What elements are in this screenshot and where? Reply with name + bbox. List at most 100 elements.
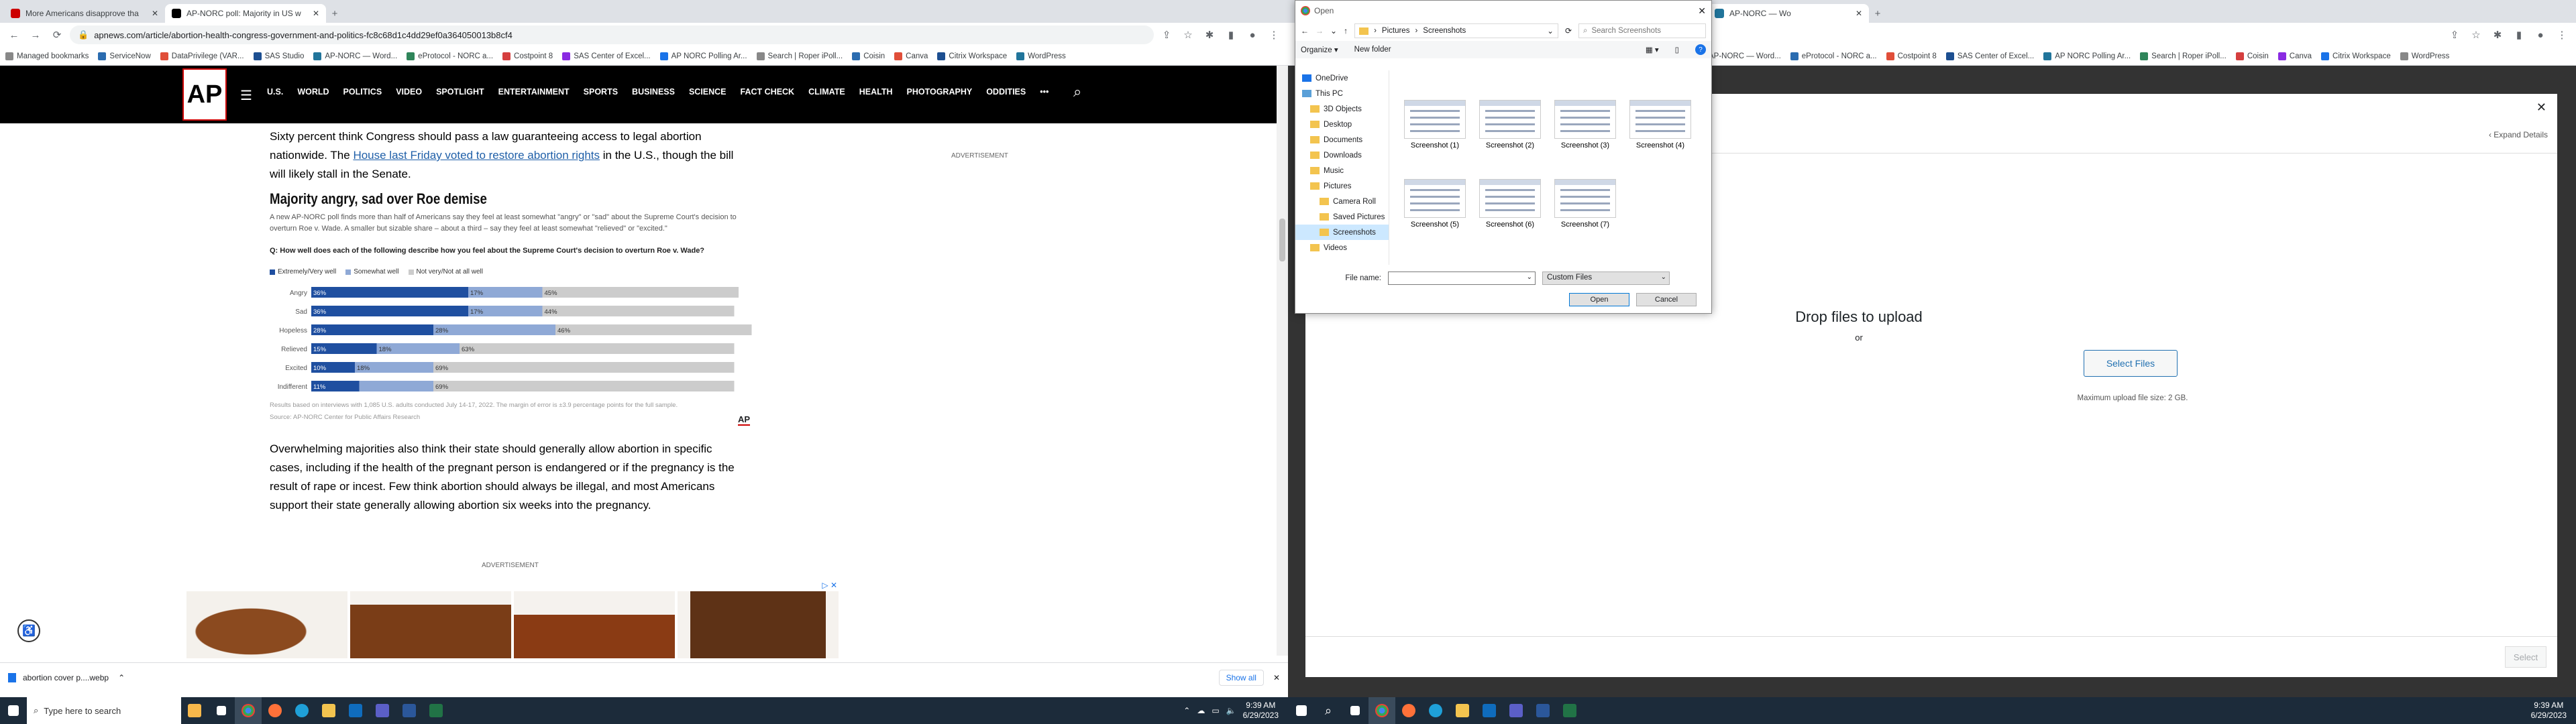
nav-item[interactable]: SPOTLIGHT xyxy=(436,87,484,97)
star-icon[interactable]: ☆ xyxy=(2467,26,2485,44)
tree-item[interactable]: Saved Pictures xyxy=(1295,209,1389,225)
teams-icon[interactable] xyxy=(1503,697,1529,724)
bookmark-item[interactable]: SAS Studio xyxy=(253,52,304,60)
bookmark-item[interactable]: AP-NORC — Word... xyxy=(313,52,397,60)
browser-tab-wordpress[interactable]: AP-NORC — Wo ✕ xyxy=(1708,4,1869,23)
tree-item[interactable]: Pictures xyxy=(1295,178,1389,194)
chevron-down-icon[interactable]: ⌄ xyxy=(1330,26,1337,36)
clock[interactable]: 9:39 AM 6/29/2023 xyxy=(2531,701,2576,721)
expand-details-link[interactable]: ‹ Expand Details xyxy=(2489,130,2548,139)
back-icon[interactable]: ← xyxy=(5,26,23,44)
nav-item[interactable]: POLITICS xyxy=(343,87,382,97)
sidepanel-icon[interactable]: ▮ xyxy=(1222,26,1240,44)
bookmark-item[interactable]: SAS Center of Excel... xyxy=(1945,52,2034,60)
outlook-icon[interactable] xyxy=(1476,697,1503,724)
network-icon[interactable]: ▭ xyxy=(1212,706,1219,715)
volume-icon[interactable]: 🔈 xyxy=(1226,706,1236,715)
file-tile[interactable]: Screenshot (4) xyxy=(1627,100,1694,149)
firefox-icon[interactable] xyxy=(262,697,288,724)
bookmark-item[interactable]: Costpoint 8 xyxy=(502,52,553,60)
show-all-button[interactable]: Show all xyxy=(1218,669,1264,686)
sidepanel-icon[interactable]: ▮ xyxy=(2510,26,2528,44)
system-tray[interactable]: ⌃ ☁ ▭ 🔈 9:39 AM 6/29/2023 xyxy=(1183,701,1288,721)
excel-icon[interactable] xyxy=(423,697,449,724)
browser-tab-1[interactable]: More Americans disapprove tha ✕ xyxy=(4,4,165,23)
windows-start-icon[interactable] xyxy=(1288,697,1315,724)
bookmark-item[interactable]: Search | Roper iPoll... xyxy=(2140,52,2226,60)
teams-icon[interactable] xyxy=(369,697,396,724)
path-pictures[interactable]: Pictures xyxy=(1382,27,1410,35)
chevron-up-icon[interactable]: ⌃ xyxy=(118,673,125,682)
file-explorer-icon[interactable] xyxy=(315,697,342,724)
reload-icon[interactable]: ⟳ xyxy=(48,26,66,44)
extensions-icon[interactable]: ✱ xyxy=(1201,26,1218,44)
tree-item[interactable]: Camera Roll xyxy=(1295,194,1389,209)
filetype-select[interactable]: Custom Files ⌄ xyxy=(1542,272,1670,285)
dialog-search[interactable]: ⌕ Search Screenshots xyxy=(1578,23,1706,38)
bookmark-item[interactable]: AP NORC Polling Ar... xyxy=(2043,52,2131,60)
file-tile[interactable]: Screenshot (6) xyxy=(1477,179,1544,229)
file-tile[interactable]: Screenshot (1) xyxy=(1401,100,1468,149)
taskbar-search[interactable]: ⌕ Type here to search xyxy=(27,697,181,724)
chrome-icon[interactable] xyxy=(1368,697,1395,724)
tree-item[interactable]: Downloads xyxy=(1295,147,1389,163)
path-screenshots[interactable]: Screenshots xyxy=(1423,27,1466,35)
new-tab-button[interactable]: + xyxy=(1869,4,1886,23)
nav-item[interactable]: VIDEO xyxy=(396,87,422,97)
extensions-icon[interactable]: ✱ xyxy=(2489,26,2506,44)
help-icon[interactable]: ? xyxy=(1695,44,1706,55)
refresh-icon[interactable]: ⟳ xyxy=(1565,26,1572,36)
edge-icon[interactable] xyxy=(1422,697,1449,724)
nav-item[interactable]: SPORTS xyxy=(584,87,618,97)
bookmark-item[interactable]: ServiceNow xyxy=(98,52,151,60)
bookmark-item[interactable]: Search | Roper iPoll... xyxy=(756,52,843,60)
tree-item[interactable]: Videos xyxy=(1295,240,1389,255)
preview-pane-icon[interactable]: ▯ xyxy=(1675,45,1679,54)
word-icon[interactable] xyxy=(396,697,423,724)
bookmark-item[interactable]: WordPress xyxy=(2400,52,2449,60)
view-options-icon[interactable]: ▦ ▾ xyxy=(1646,45,1659,54)
nav-item[interactable]: HEALTH xyxy=(859,87,893,97)
forward-icon[interactable]: → xyxy=(1316,26,1324,36)
new-folder-button[interactable]: New folder xyxy=(1354,46,1391,54)
bookmark-item[interactable]: AP NORC Polling Ar... xyxy=(659,52,747,60)
chrome-icon[interactable] xyxy=(235,697,262,724)
bookmark-item[interactable]: eProtocol - NORC a... xyxy=(407,52,493,60)
ad-image-sofa[interactable] xyxy=(514,591,675,658)
organize-menu[interactable]: Organize ▾ xyxy=(1301,45,1338,54)
tree-item[interactable]: Desktop xyxy=(1295,117,1389,132)
widget-icon[interactable] xyxy=(181,697,208,724)
accessibility-icon[interactable]: ♿ xyxy=(17,619,40,642)
ap-logo[interactable]: AP xyxy=(182,68,227,121)
bookmark-item[interactable]: DataPrivilege (VAR... xyxy=(160,52,244,60)
house-vote-link[interactable]: House last Friday voted to restore abort… xyxy=(353,149,600,162)
word-icon[interactable] xyxy=(1529,697,1556,724)
share-icon[interactable]: ⇪ xyxy=(1158,26,1175,44)
nav-item[interactable]: BUSINESS xyxy=(632,87,675,97)
select-button[interactable]: Select xyxy=(2505,646,2546,668)
tree-item[interactable]: 3D Objects xyxy=(1295,101,1389,117)
menu-icon[interactable]: ⋮ xyxy=(1265,26,1283,44)
close-modal-icon[interactable]: ✕ xyxy=(2536,101,2546,115)
close-dialog-icon[interactable]: ✕ xyxy=(1698,5,1706,17)
windows-start-icon[interactable] xyxy=(0,697,27,724)
file-tile[interactable]: Screenshot (3) xyxy=(1552,100,1619,149)
bookmark-item[interactable]: Costpoint 8 xyxy=(1886,52,1937,60)
nav-item[interactable]: U.S. xyxy=(267,87,283,97)
cancel-button[interactable]: Cancel xyxy=(1636,293,1697,306)
page-scrollbar[interactable] xyxy=(1277,66,1288,656)
bookmark-item[interactable]: SAS Center of Excel... xyxy=(562,52,651,60)
close-shelf-icon[interactable]: ✕ xyxy=(1273,673,1280,682)
bookmark-item[interactable]: Citrix Workspace xyxy=(2321,52,2391,60)
up-icon[interactable]: ↑ xyxy=(1344,26,1348,36)
path-bar[interactable]: › Pictures › Screenshots ⌄ xyxy=(1354,23,1558,38)
bookmark-item[interactable]: Coisin xyxy=(2235,52,2269,60)
scroll-thumb[interactable] xyxy=(1279,219,1285,261)
bookmark-item[interactable]: eProtocol - NORC a... xyxy=(1790,52,1877,60)
bookmark-item[interactable]: Coisin xyxy=(852,52,885,60)
back-icon[interactable]: ← xyxy=(1301,26,1309,36)
outlook-icon[interactable] xyxy=(342,697,369,724)
ad-banner[interactable]: ▷ ✕ xyxy=(186,581,839,658)
star-icon[interactable]: ☆ xyxy=(1179,26,1197,44)
tree-item[interactable]: Music xyxy=(1295,163,1389,178)
